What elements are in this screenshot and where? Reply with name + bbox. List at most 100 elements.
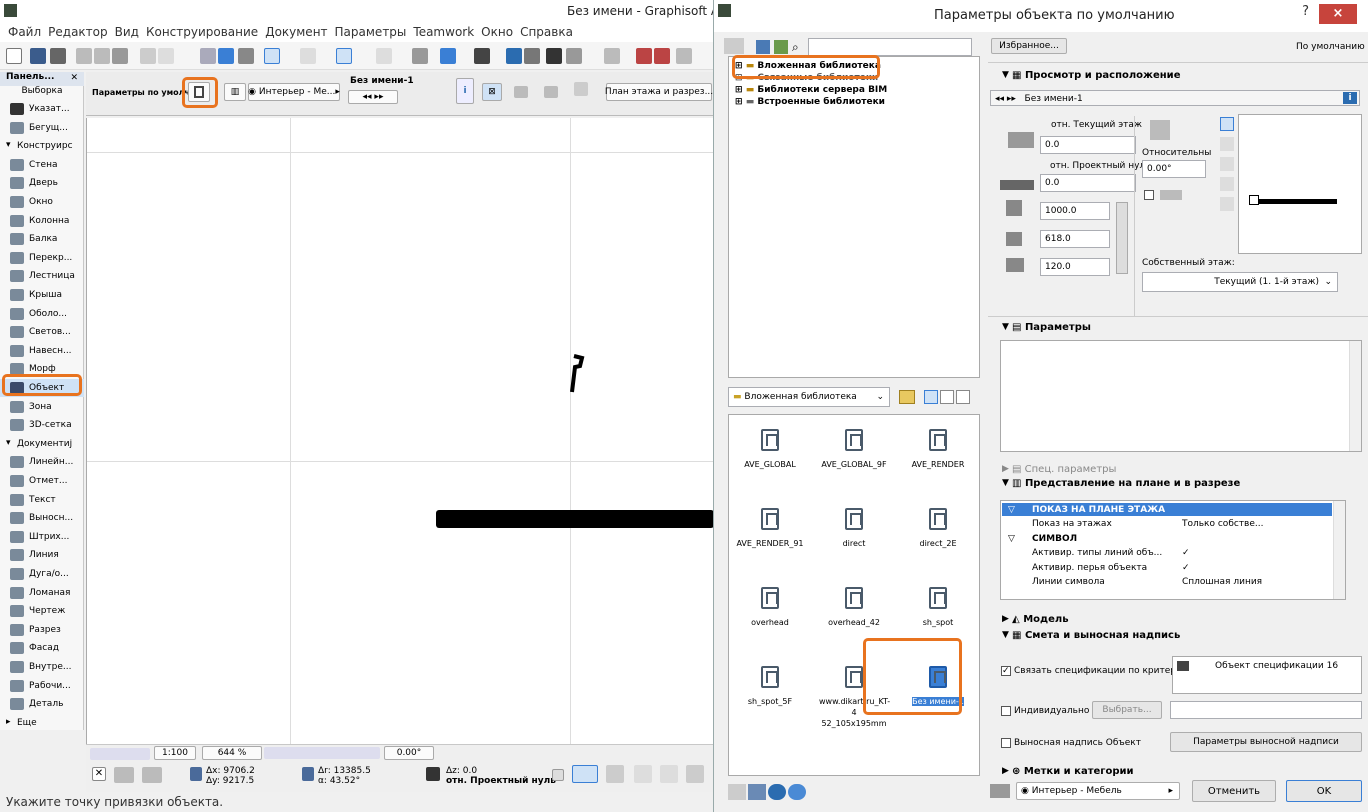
toolbox-item[interactable]: ▾ Документиј xyxy=(0,435,84,453)
toolbox-item[interactable]: Фасад xyxy=(0,639,84,657)
tracker-icon[interactable] xyxy=(686,765,704,783)
preview-2d-icon[interactable] xyxy=(1220,117,1234,131)
placement-icon[interactable] xyxy=(574,82,588,96)
row-value[interactable]: ✓ xyxy=(1182,563,1190,573)
preview-shaded-icon[interactable] xyxy=(1220,177,1234,191)
pen-set-icon[interactable] xyxy=(440,48,456,64)
toolbox-item[interactable]: Светов... xyxy=(0,323,84,341)
align-icon[interactable] xyxy=(604,48,620,64)
default-button[interactable]: По умолчанию xyxy=(1296,42,1365,52)
paste-icon[interactable] xyxy=(112,48,128,64)
section-preview-header[interactable]: ▼ ▦ Просмотр и расположение xyxy=(988,66,1368,84)
search-input[interactable] xyxy=(808,38,972,56)
scrollbar[interactable] xyxy=(1333,501,1345,599)
angle-field[interactable]: 0.00° xyxy=(1142,160,1206,178)
library-object[interactable]: sh_spot_5F xyxy=(735,666,805,707)
close-icon[interactable]: ✕ xyxy=(92,767,106,781)
undo-icon[interactable] xyxy=(140,48,156,64)
toolbox-item[interactable]: Дверь xyxy=(0,174,84,192)
scrollbar[interactable] xyxy=(1349,341,1361,451)
dimension-tool-icon[interactable] xyxy=(524,48,540,64)
measure-icon[interactable] xyxy=(566,48,582,64)
snap-guides-icon[interactable] xyxy=(634,765,652,783)
toolbox-item[interactable]: Внутре... xyxy=(0,658,84,676)
anchor-button[interactable]: ⊠ xyxy=(482,83,502,101)
library-object[interactable]: AVE_RENDER xyxy=(903,429,973,470)
folder-up-icon[interactable] xyxy=(899,390,915,404)
menu-help[interactable]: Справка xyxy=(520,25,573,39)
toolbox-item[interactable]: Чертеж xyxy=(0,602,84,620)
section-representation-header[interactable]: ▼ ▥ Представление на плане и в разрезе xyxy=(988,474,1368,492)
toolbox-item[interactable]: Линейн... xyxy=(0,453,84,471)
close-icon[interactable]: ✕ xyxy=(70,73,78,83)
toolbox-item[interactable]: Отмет... xyxy=(0,472,84,490)
mirror-checkbox[interactable] xyxy=(1144,190,1154,200)
snap-icon[interactable] xyxy=(264,48,280,64)
label-params-button[interactable]: Параметры выносной надписи xyxy=(1170,732,1362,752)
toolbox-item[interactable]: Штрих... xyxy=(0,528,84,546)
library-manager-icon[interactable] xyxy=(756,40,770,54)
menu-view[interactable]: Вид xyxy=(115,25,139,39)
split-icon[interactable] xyxy=(654,48,670,64)
toolbox-item[interactable]: 3D-сетка xyxy=(0,416,84,434)
guide-lines-icon[interactable] xyxy=(572,765,598,783)
dropdown-arrow-icon[interactable] xyxy=(552,769,564,781)
grid-snap-icon[interactable] xyxy=(376,48,392,64)
toolbox-item[interactable]: Бегущ... xyxy=(0,119,84,137)
toolbox-item[interactable]: ▾ Конструирс xyxy=(0,137,84,155)
redo-icon[interactable] xyxy=(158,48,174,64)
toolbox-item[interactable]: Разрез xyxy=(0,621,84,639)
width-field[interactable]: 1000.0 xyxy=(1040,202,1110,220)
toolbox-item[interactable]: Перекр... xyxy=(0,249,84,267)
bimcomponents-icon[interactable] xyxy=(788,784,806,800)
representation-table[interactable]: ▽ ПОКАЗ НА ПЛАНЕ ЭТАЖА Показ на этажах Толь… xyxy=(1000,500,1346,600)
toolbox-item[interactable]: ▸ Еще xyxy=(0,714,84,732)
folder-select[interactable]: ▬ Вложенная библиотека ⌄ xyxy=(728,387,890,407)
favorites-button[interactable]: Избранное... xyxy=(991,38,1067,54)
label-checkbox[interactable] xyxy=(1001,738,1011,748)
section-tags-header[interactable]: ▶ ⊛ Метки и категории xyxy=(988,762,1368,780)
library-object[interactable]: overhead_42 xyxy=(819,587,889,628)
scale-display[interactable]: 1:100 xyxy=(154,746,196,760)
menu-design[interactable]: Конструирование xyxy=(146,25,258,39)
copy-icon[interactable] xyxy=(94,48,110,64)
inject-icon[interactable] xyxy=(218,48,234,64)
toolbox-item[interactable]: Лестница xyxy=(0,267,84,285)
plan-and-section-button[interactable]: План этажа и разрез... xyxy=(605,83,713,101)
library-object[interactable]: overhead xyxy=(735,587,805,628)
layers-icon[interactable] xyxy=(412,48,428,64)
cross-icon[interactable] xyxy=(546,48,562,64)
toolbox-item[interactable]: Зона xyxy=(0,398,84,416)
new-file-icon[interactable] xyxy=(6,48,22,64)
representation-row[interactable]: ▽ ПОКАЗ НА ПЛАНЕ ЭТАЖА xyxy=(1002,503,1332,516)
mirror-icon[interactable] xyxy=(514,86,528,98)
chain-lock-icon[interactable] xyxy=(1116,202,1128,274)
individual-checkbox[interactable] xyxy=(1001,706,1011,716)
representation-row[interactable]: Линии символа Сплошная линия xyxy=(1002,576,1332,589)
drawing-canvas[interactable] xyxy=(86,118,714,744)
info-button[interactable]: i xyxy=(456,78,474,104)
representation-row[interactable]: Активир. перья объекта ✓ xyxy=(1002,561,1332,574)
home-story-select[interactable]: Текущий (1. 1-й этаж) ⌄ xyxy=(1142,272,1338,292)
globe-icon[interactable] xyxy=(768,784,786,800)
save-icon[interactable] xyxy=(30,48,46,64)
elevation-project-field[interactable]: 0.0 xyxy=(1040,174,1136,192)
menu-options[interactable]: Параметры xyxy=(335,25,407,39)
tree-item-bim-server[interactable]: ⊞ ▬ Библиотеки сервера BIM xyxy=(735,85,887,95)
menu-document[interactable]: Документ xyxy=(265,25,327,39)
toolbox-item[interactable]: Рабочи... xyxy=(0,677,84,695)
menu-file[interactable]: Файл xyxy=(8,25,41,39)
section-listing-header[interactable]: ▼ ▦ Смета и выносная надпись xyxy=(988,626,1368,644)
snap-points-icon[interactable] xyxy=(660,765,678,783)
toolbox-item[interactable]: Дуга/о... xyxy=(0,565,84,583)
zoom-tools-icons[interactable] xyxy=(264,747,380,759)
close-button[interactable]: × xyxy=(1319,4,1357,24)
select-button[interactable]: Выбрать... xyxy=(1092,701,1162,719)
trim-icon[interactable] xyxy=(636,48,652,64)
zoom-display[interactable]: 644 % xyxy=(202,746,262,760)
placed-object-shape[interactable] xyxy=(436,510,714,528)
toolbox-item[interactable]: Линия xyxy=(0,546,84,564)
preview-section-icon[interactable] xyxy=(1220,137,1234,151)
link-spec-checkbox[interactable]: ✓ xyxy=(1001,666,1011,676)
preview-plan-icon[interactable] xyxy=(1220,197,1234,211)
